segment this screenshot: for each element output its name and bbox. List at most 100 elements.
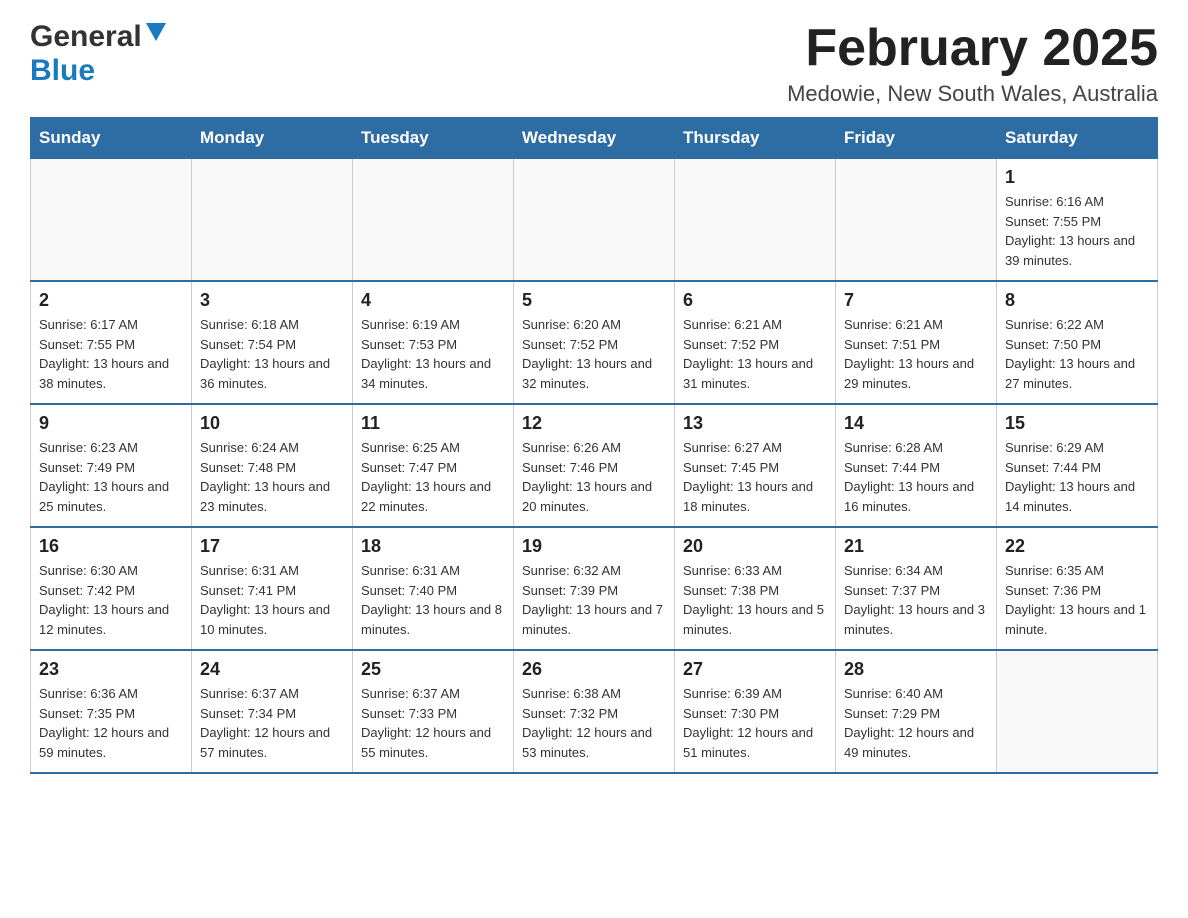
calendar-header-wednesday: Wednesday [514, 118, 675, 159]
calendar-cell: 1 Sunrise: 6:16 AM Sunset: 7:55 PM Daylig… [997, 159, 1158, 282]
calendar-cell [675, 159, 836, 282]
calendar-header-thursday: Thursday [675, 118, 836, 159]
day-number: 1 [1005, 167, 1149, 188]
day-info: Sunrise: 6:17 AM Sunset: 7:55 PM Dayligh… [39, 315, 183, 393]
day-info: Sunrise: 6:16 AM Sunset: 7:55 PM Dayligh… [1005, 192, 1149, 270]
day-info: Sunrise: 6:35 AM Sunset: 7:36 PM Dayligh… [1005, 561, 1149, 639]
day-number: 23 [39, 659, 183, 680]
calendar-week-row: 9 Sunrise: 6:23 AM Sunset: 7:49 PM Daylig… [31, 404, 1158, 527]
day-number: 8 [1005, 290, 1149, 311]
logo-blue: Blue [30, 54, 95, 88]
calendar-cell: 18 Sunrise: 6:31 AM Sunset: 7:40 PM Dayli… [353, 527, 514, 650]
day-info: Sunrise: 6:40 AM Sunset: 7:29 PM Dayligh… [844, 684, 988, 762]
calendar-week-row: 16 Sunrise: 6:30 AM Sunset: 7:42 PM Dayli… [31, 527, 1158, 650]
day-info: Sunrise: 6:18 AM Sunset: 7:54 PM Dayligh… [200, 315, 344, 393]
calendar-cell: 19 Sunrise: 6:32 AM Sunset: 7:39 PM Dayli… [514, 527, 675, 650]
calendar-cell: 9 Sunrise: 6:23 AM Sunset: 7:49 PM Daylig… [31, 404, 192, 527]
logo-triangle-icon [142, 19, 170, 47]
calendar-cell: 5Sunrise: 6:20 AM Sunset: 7:52 PM Daylig… [514, 281, 675, 404]
calendar-cell: 2 Sunrise: 6:17 AM Sunset: 7:55 PM Daylig… [31, 281, 192, 404]
day-info: Sunrise: 6:33 AM Sunset: 7:38 PM Dayligh… [683, 561, 827, 639]
page-subtitle: Medowie, New South Wales, Australia [787, 81, 1158, 107]
calendar-cell: 7 Sunrise: 6:21 AM Sunset: 7:51 PM Daylig… [836, 281, 997, 404]
calendar-cell: 20 Sunrise: 6:33 AM Sunset: 7:38 PM Dayli… [675, 527, 836, 650]
day-number: 7 [844, 290, 988, 311]
calendar-cell: 10 Sunrise: 6:24 AM Sunset: 7:48 PM Dayli… [192, 404, 353, 527]
calendar-header-monday: Monday [192, 118, 353, 159]
day-info: Sunrise: 6:39 AM Sunset: 7:30 PM Dayligh… [683, 684, 827, 762]
day-number: 22 [1005, 536, 1149, 557]
calendar-cell: 6 Sunrise: 6:21 AM Sunset: 7:52 PM Daylig… [675, 281, 836, 404]
day-info: Sunrise: 6:38 AM Sunset: 7:32 PM Dayligh… [522, 684, 666, 762]
calendar-header-tuesday: Tuesday [353, 118, 514, 159]
day-info: Sunrise: 6:25 AM Sunset: 7:47 PM Dayligh… [361, 438, 505, 516]
calendar-cell: 13 Sunrise: 6:27 AM Sunset: 7:45 PM Dayli… [675, 404, 836, 527]
calendar-cell [514, 159, 675, 282]
day-info: Sunrise: 6:20 AM Sunset: 7:52 PM Dayligh… [522, 315, 666, 393]
day-info: Sunrise: 6:19 AM Sunset: 7:53 PM Dayligh… [361, 315, 505, 393]
day-info: Sunrise: 6:21 AM Sunset: 7:51 PM Dayligh… [844, 315, 988, 393]
day-info: Sunrise: 6:23 AM Sunset: 7:49 PM Dayligh… [39, 438, 183, 516]
calendar-cell [997, 650, 1158, 773]
calendar-cell: 17 Sunrise: 6:31 AM Sunset: 7:41 PM Dayli… [192, 527, 353, 650]
calendar-cell: 3 Sunrise: 6:18 AM Sunset: 7:54 PM Daylig… [192, 281, 353, 404]
day-number: 10 [200, 413, 344, 434]
day-number: 26 [522, 659, 666, 680]
logo-general: General [30, 20, 142, 54]
day-number: 13 [683, 413, 827, 434]
day-number: 21 [844, 536, 988, 557]
day-number: 24 [200, 659, 344, 680]
day-number: 18 [361, 536, 505, 557]
title-block: February 2025 Medowie, New South Wales, … [787, 20, 1158, 107]
calendar-header-sunday: Sunday [31, 118, 192, 159]
day-info: Sunrise: 6:31 AM Sunset: 7:41 PM Dayligh… [200, 561, 344, 639]
logo: General Blue [30, 20, 170, 88]
calendar-cell: 4 Sunrise: 6:19 AM Sunset: 7:53 PM Daylig… [353, 281, 514, 404]
day-info: Sunrise: 6:34 AM Sunset: 7:37 PM Dayligh… [844, 561, 988, 639]
day-info: Sunrise: 6:29 AM Sunset: 7:44 PM Dayligh… [1005, 438, 1149, 516]
day-number: 14 [844, 413, 988, 434]
day-info: Sunrise: 6:36 AM Sunset: 7:35 PM Dayligh… [39, 684, 183, 762]
calendar-cell [836, 159, 997, 282]
day-number: 6 [683, 290, 827, 311]
day-number: 15 [1005, 413, 1149, 434]
day-number: 12 [522, 413, 666, 434]
calendar-cell: 28 Sunrise: 6:40 AM Sunset: 7:29 PM Dayli… [836, 650, 997, 773]
calendar-table: SundayMondayTuesdayWednesdayThursdayFrid… [30, 117, 1158, 774]
day-info: Sunrise: 6:32 AM Sunset: 7:39 PM Dayligh… [522, 561, 666, 639]
day-number: 11 [361, 413, 505, 434]
calendar-header-friday: Friday [836, 118, 997, 159]
calendar-cell: 27 Sunrise: 6:39 AM Sunset: 7:30 PM Dayli… [675, 650, 836, 773]
calendar-cell: 22 Sunrise: 6:35 AM Sunset: 7:36 PM Dayli… [997, 527, 1158, 650]
calendar-cell: 8 Sunrise: 6:22 AM Sunset: 7:50 PM Daylig… [997, 281, 1158, 404]
day-number: 20 [683, 536, 827, 557]
day-number: 2 [39, 290, 183, 311]
calendar-header-row: SundayMondayTuesdayWednesdayThursdayFrid… [31, 118, 1158, 159]
day-number: 25 [361, 659, 505, 680]
calendar-week-row: 2 Sunrise: 6:17 AM Sunset: 7:55 PM Daylig… [31, 281, 1158, 404]
day-number: 16 [39, 536, 183, 557]
calendar-cell [353, 159, 514, 282]
page-title: February 2025 [787, 20, 1158, 77]
day-number: 17 [200, 536, 344, 557]
day-number: 27 [683, 659, 827, 680]
day-info: Sunrise: 6:21 AM Sunset: 7:52 PM Dayligh… [683, 315, 827, 393]
calendar-cell: 14 Sunrise: 6:28 AM Sunset: 7:44 PM Dayli… [836, 404, 997, 527]
calendar-cell: 15 Sunrise: 6:29 AM Sunset: 7:44 PM Dayli… [997, 404, 1158, 527]
calendar-week-row: 1 Sunrise: 6:16 AM Sunset: 7:55 PM Daylig… [31, 159, 1158, 282]
day-info: Sunrise: 6:30 AM Sunset: 7:42 PM Dayligh… [39, 561, 183, 639]
calendar-cell: 21 Sunrise: 6:34 AM Sunset: 7:37 PM Dayli… [836, 527, 997, 650]
calendar-cell [31, 159, 192, 282]
day-number: 28 [844, 659, 988, 680]
day-number: 19 [522, 536, 666, 557]
day-info: Sunrise: 6:31 AM Sunset: 7:40 PM Dayligh… [361, 561, 505, 639]
day-number: 3 [200, 290, 344, 311]
calendar-cell: 24Sunrise: 6:37 AM Sunset: 7:34 PM Dayli… [192, 650, 353, 773]
day-number: 4 [361, 290, 505, 311]
day-info: Sunrise: 6:28 AM Sunset: 7:44 PM Dayligh… [844, 438, 988, 516]
day-info: Sunrise: 6:24 AM Sunset: 7:48 PM Dayligh… [200, 438, 344, 516]
day-number: 9 [39, 413, 183, 434]
day-info: Sunrise: 6:22 AM Sunset: 7:50 PM Dayligh… [1005, 315, 1149, 393]
calendar-cell: 16 Sunrise: 6:30 AM Sunset: 7:42 PM Dayli… [31, 527, 192, 650]
day-info: Sunrise: 6:27 AM Sunset: 7:45 PM Dayligh… [683, 438, 827, 516]
